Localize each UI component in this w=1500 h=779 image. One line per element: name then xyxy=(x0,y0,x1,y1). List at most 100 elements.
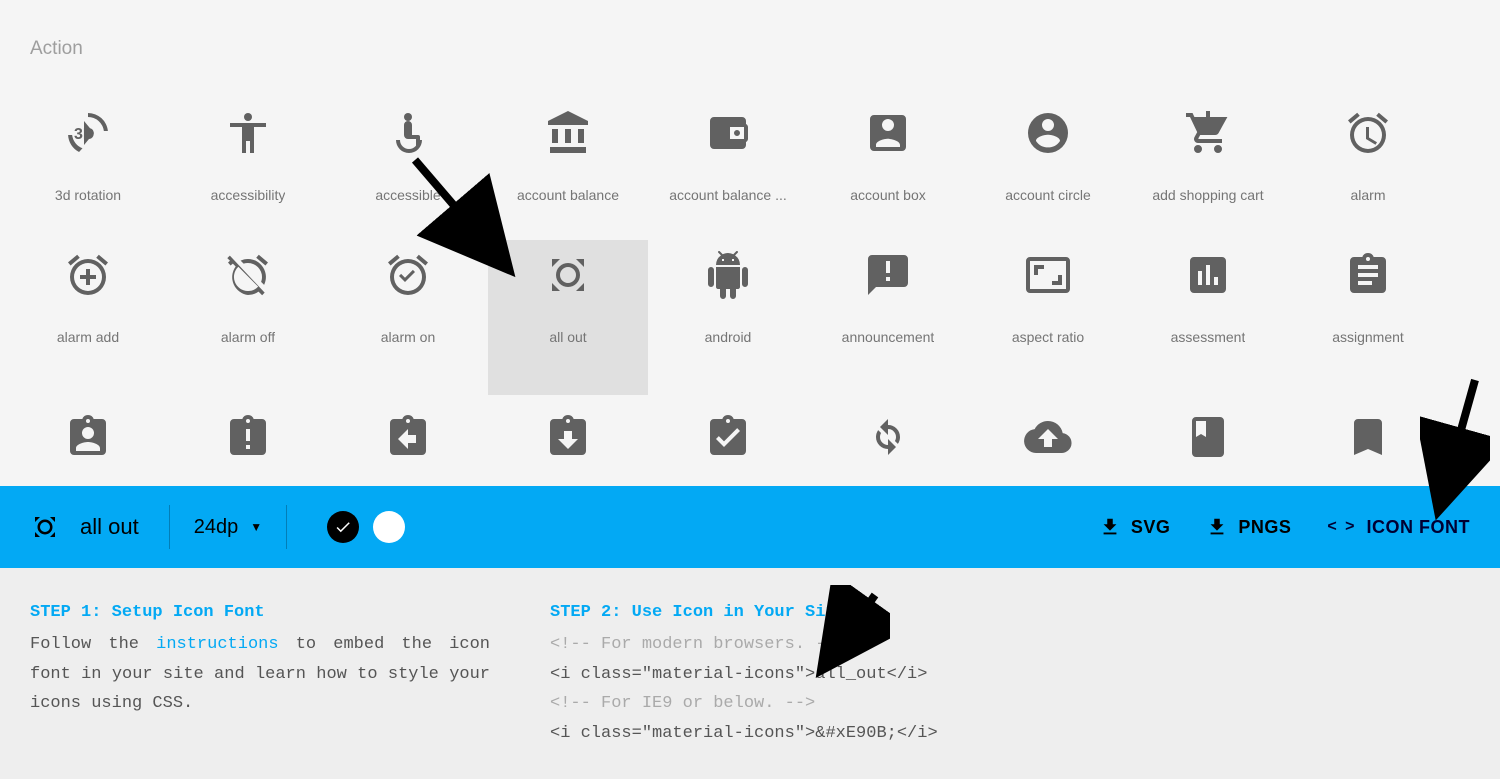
instructions-link[interactable]: instructions xyxy=(156,635,278,654)
icon-font-label: ICON FONT xyxy=(1367,517,1471,538)
assignment-turned-in-icon xyxy=(704,413,752,461)
icon-label: account balance xyxy=(517,187,619,203)
assignment-icon xyxy=(1344,251,1392,299)
icon-label: accessibility xyxy=(211,187,286,203)
icon-cell-alarm-add[interactable]: alarm add xyxy=(8,240,168,395)
icon-label: android xyxy=(705,329,752,345)
icon-cell-announcement[interactable]: announcement xyxy=(808,240,968,395)
icon-label: alarm add xyxy=(57,329,119,345)
icon-cell-account-balance[interactable]: account balance xyxy=(488,85,648,240)
assignment-late-icon xyxy=(224,413,272,461)
add-shopping-cart-icon xyxy=(1184,109,1232,157)
code-snippet-ie9: <i class="material-icons">&#xE90B;</i> xyxy=(550,719,1010,749)
download-svg-label: SVG xyxy=(1131,517,1171,538)
bookmark-icon xyxy=(1344,413,1392,461)
icon-cell-bookmark[interactable] xyxy=(1288,395,1448,485)
step2-heading: STEP 2: Use Icon in Your Site xyxy=(550,598,1010,628)
book-icon xyxy=(1184,413,1232,461)
icon-label: alarm off xyxy=(221,329,275,345)
icon-grid: 3D 3d rotation accessibility accessible … xyxy=(0,85,1500,485)
icon-cell-backup[interactable] xyxy=(968,395,1128,485)
autorenew-icon xyxy=(864,413,912,461)
icon-cell-aspect-ratio[interactable]: aspect ratio xyxy=(968,240,1128,395)
icon-label: all out xyxy=(549,329,586,345)
assignment-ind-icon xyxy=(64,413,112,461)
icon-label: account balance ... xyxy=(669,187,787,203)
check-icon xyxy=(334,518,352,536)
android-icon xyxy=(704,251,752,299)
alarm-off-icon xyxy=(224,251,272,299)
icon-label: accessible xyxy=(375,187,440,203)
download-icon xyxy=(1099,516,1121,538)
icon-cell-android[interactable]: android xyxy=(648,240,808,395)
step1-heading: STEP 1: Setup Icon Font xyxy=(30,598,490,628)
icon-cell-account-box[interactable]: account box xyxy=(808,85,968,240)
account-circle-icon xyxy=(1024,109,1072,157)
icon-cell-3d-rotation[interactable]: 3D 3d rotation xyxy=(8,85,168,240)
code-snippet-modern: <i class="material-icons">all_out</i> xyxy=(550,660,1010,690)
download-pngs-label: PNGS xyxy=(1238,517,1291,538)
icon-label: add shopping cart xyxy=(1152,187,1263,203)
announcement-icon xyxy=(864,251,912,299)
assessment-icon xyxy=(1184,251,1232,299)
step1-body: Follow the instructions to embed the ico… xyxy=(30,630,490,719)
code-comment: <!-- For modern browsers. --> xyxy=(550,630,1010,660)
icon-label: 3d rotation xyxy=(55,187,121,203)
svg-text:3D: 3D xyxy=(74,126,94,143)
color-dark-swatch[interactable] xyxy=(327,511,359,543)
icon-cell-alarm-off[interactable]: alarm off xyxy=(168,240,328,395)
icon-cell-assignment-return[interactable] xyxy=(328,395,488,485)
instructions-panel: STEP 1: Setup Icon Font Follow the instr… xyxy=(0,568,1500,779)
icon-cell-accessible[interactable]: accessible xyxy=(328,85,488,240)
code-icon: < > xyxy=(1327,518,1356,536)
chevron-down-icon: ▼ xyxy=(250,520,262,534)
icon-label: account circle xyxy=(1005,187,1091,203)
account-balance-icon xyxy=(544,109,592,157)
icon-label: alarm on xyxy=(381,329,435,345)
color-light-swatch[interactable] xyxy=(373,511,405,543)
icon-label: aspect ratio xyxy=(1012,329,1084,345)
accessible-icon xyxy=(384,109,432,157)
icon-cell-add-shopping-cart[interactable]: add shopping cart xyxy=(1128,85,1288,240)
selected-icon-name: all out xyxy=(80,514,139,540)
size-dropdown[interactable]: 24dp ▼ xyxy=(169,505,287,549)
size-value: 24dp xyxy=(194,516,239,539)
download-svg-button[interactable]: SVG xyxy=(1099,516,1171,538)
selected-icon-preview xyxy=(30,512,60,542)
code-comment: <!-- For IE9 or below. --> xyxy=(550,689,1010,719)
icon-cell-all-out[interactable]: all out xyxy=(488,240,648,395)
icon-cell-assignment-turned-in[interactable] xyxy=(648,395,808,485)
aspect-ratio-icon xyxy=(1024,251,1072,299)
account-box-icon xyxy=(864,109,912,157)
account-balance-wallet-icon xyxy=(704,109,752,157)
assignment-returned-icon xyxy=(544,413,592,461)
icon-cell-account-balance-wallet[interactable]: account balance ... xyxy=(648,85,808,240)
icon-cell-assessment[interactable]: assessment xyxy=(1128,240,1288,395)
backup-icon xyxy=(1024,413,1072,461)
icon-label: account box xyxy=(850,187,926,203)
alarm-add-icon xyxy=(64,251,112,299)
icon-cell-assignment-ind[interactable] xyxy=(8,395,168,485)
icon-cell-alarm-on[interactable]: alarm on xyxy=(328,240,488,395)
alarm-icon xyxy=(1344,109,1392,157)
icon-cell-assignment-returned[interactable] xyxy=(488,395,648,485)
icon-cell-assignment-late[interactable] xyxy=(168,395,328,485)
download-icon xyxy=(1206,516,1228,538)
icon-label: assignment xyxy=(1332,329,1404,345)
icon-cell-autorenew[interactable] xyxy=(808,395,968,485)
icon-label: announcement xyxy=(842,329,935,345)
icon-cell-assignment[interactable]: assignment xyxy=(1288,240,1448,395)
icon-font-button[interactable]: < > ICON FONT xyxy=(1327,517,1470,538)
category-heading: Action xyxy=(30,38,83,60)
icon-cell-book[interactable] xyxy=(1128,395,1288,485)
icon-cell-alarm[interactable]: alarm xyxy=(1288,85,1448,240)
alarm-on-icon xyxy=(384,251,432,299)
icon-label: alarm xyxy=(1350,187,1385,203)
icon-cell-accessibility[interactable]: accessibility xyxy=(168,85,328,240)
download-pngs-button[interactable]: PNGS xyxy=(1206,516,1291,538)
all-out-icon xyxy=(544,251,592,299)
assignment-return-icon xyxy=(384,413,432,461)
accessibility-icon xyxy=(224,109,272,157)
selection-toolbar: all out 24dp ▼ SVG PNGS < > ICON FONT xyxy=(0,486,1500,568)
icon-cell-account-circle[interactable]: account circle xyxy=(968,85,1128,240)
